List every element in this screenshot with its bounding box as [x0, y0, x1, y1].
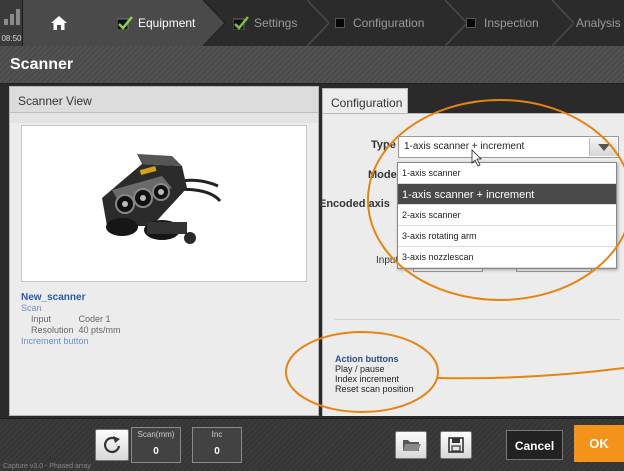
tab-inspection-label: Inspection: [484, 16, 539, 30]
clock-time: 08:50: [1, 34, 22, 43]
refresh-icon: [104, 436, 121, 453]
action-item: Play / pause: [335, 364, 385, 374]
inc-counter-label: Inc: [211, 430, 223, 439]
cancel-button[interactable]: Cancel: [506, 430, 563, 460]
dropdown-option-selected[interactable]: 1-axis scanner + increment: [398, 184, 616, 205]
increment-button-label: Increment button: [21, 336, 89, 346]
action-item: Index increment: [335, 374, 400, 384]
tab-analysis-label: Analysis: [576, 16, 621, 30]
bottom-bar: Scan(mm) 0 Inc 0 Cancel OK Capture v3.0 …: [0, 418, 624, 471]
dropdown-option[interactable]: 2-axis scanner: [398, 205, 616, 226]
step-separator: [445, 0, 467, 46]
scanner-device-icon: [102, 154, 222, 244]
tab-settings-label: Settings: [254, 16, 298, 30]
dropdown-option[interactable]: 3-axis nozzlescan: [398, 247, 616, 268]
inc-counter-value: 0: [214, 446, 220, 457]
reset-button[interactable]: [95, 429, 129, 461]
type-select-value: 1-axis scanner + increment: [404, 141, 525, 152]
dropdown-option[interactable]: 3-axis rotating arm: [398, 226, 616, 247]
input-label: Input: [31, 314, 52, 324]
resolution-row: Resolution 40 pts/mm: [21, 325, 121, 336]
scan-counter-value: 0: [153, 446, 159, 457]
action-buttons-info: Action buttons Play / pause Index increm…: [335, 354, 414, 394]
scanner-info: New_scanner Scan Input Coder 1 Resolutio…: [21, 292, 121, 347]
resolution-value: 40 pts/mm: [78, 325, 121, 335]
encoded-axis-label: Encoded axis: [319, 198, 390, 210]
page-title: Scanner: [10, 56, 74, 73]
input-row: Input Coder 1: [21, 314, 121, 325]
divider: [335, 319, 620, 320]
type-label: Type: [371, 139, 396, 151]
signal-icon: [4, 9, 20, 25]
chevron-down-icon[interactable]: [589, 138, 617, 156]
inc-counter: Inc 0: [192, 427, 242, 463]
folder-icon: [403, 440, 421, 451]
configuration-panel: Type 1-axis scanner + increment Mode Enc…: [319, 113, 624, 416]
step-separator: [203, 0, 225, 46]
resolution-label: Resolution: [31, 325, 74, 335]
check-icon: [233, 16, 249, 30]
tab-configuration-label: Configuration: [353, 16, 425, 30]
dropdown-option[interactable]: 1-axis scanner: [398, 163, 616, 184]
scan-counter-label: Scan(mm): [137, 430, 175, 439]
scan-section-label: Scan: [21, 303, 42, 313]
ok-button[interactable]: OK: [574, 425, 624, 462]
tab-equipment[interactable]: Equipment: [91, 0, 203, 46]
unchecked-icon: [335, 18, 345, 28]
step-separator: [552, 0, 574, 46]
tab-analysis[interactable]: Analysis: [576, 0, 624, 46]
input-value: Coder 1: [78, 314, 111, 324]
tab-configuration-panel[interactable]: Configuration: [322, 88, 408, 114]
type-dropdown-list: 1-axis scanner 1-axis scanner + incremen…: [397, 162, 617, 269]
scanner-view-header: Scanner View: [10, 87, 318, 113]
scanner-name: New_scanner: [21, 292, 86, 303]
version-text: Capture v3.0 - Phased array: [3, 463, 91, 470]
home-icon: [51, 16, 67, 30]
type-select[interactable]: 1-axis scanner + increment: [398, 136, 619, 158]
scanner-image: [21, 125, 307, 282]
step-separator: [307, 0, 329, 46]
status-block: 08:50: [0, 0, 23, 46]
home-button[interactable]: [23, 0, 91, 46]
top-navigation: 08:50 Equipment Settings Configuration I…: [0, 0, 624, 46]
scan-counter: Scan(mm) 0: [131, 427, 181, 463]
panel-strip: [10, 113, 318, 123]
open-button[interactable]: [395, 431, 427, 459]
floppy-disk-icon: [448, 437, 464, 453]
tab-equipment-label: Equipment: [138, 16, 196, 30]
mode-label: Mode: [368, 169, 397, 181]
input-label: Input: [376, 255, 399, 266]
action-buttons-title: Action buttons: [335, 354, 399, 364]
save-button[interactable]: [440, 431, 472, 459]
check-icon: [117, 16, 133, 30]
action-item: Reset scan position: [335, 384, 414, 394]
title-bar: Scanner: [0, 46, 624, 84]
unchecked-icon: [466, 18, 476, 28]
scanner-view-panel: Scanner View New_scanner Scan Input Code…: [9, 86, 319, 416]
